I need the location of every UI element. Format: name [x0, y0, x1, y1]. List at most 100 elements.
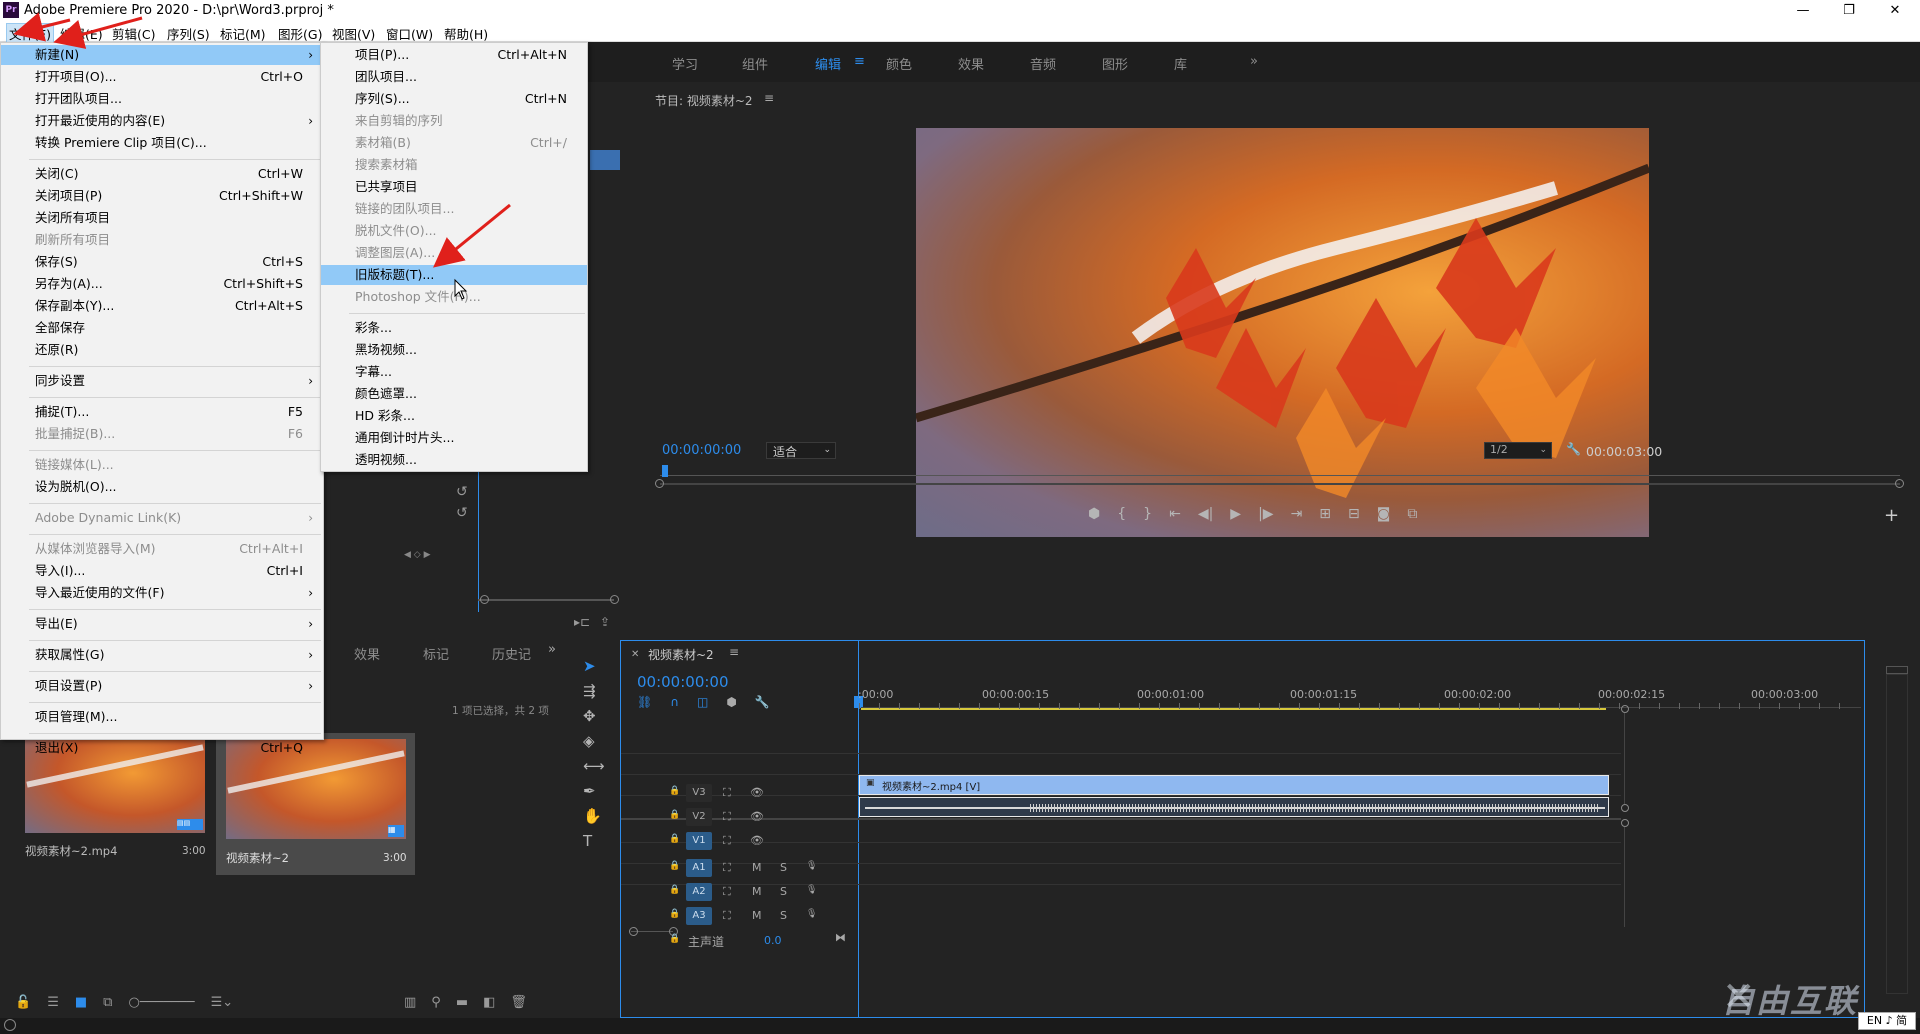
solo-toggle[interactable]: S — [780, 909, 787, 922]
menu-item[interactable]: 项目管理(M)... — [1, 707, 323, 727]
track-name-v1[interactable]: V1 — [686, 832, 712, 850]
program-ruler[interactable] — [660, 475, 1900, 476]
panel-menu-icon[interactable]: ≡ — [729, 645, 739, 659]
track-lock-icon[interactable]: 🔒 — [669, 786, 680, 796]
zoom-handle-icon[interactable] — [655, 479, 664, 488]
track-lock-icon[interactable]: 🔒 — [669, 909, 680, 919]
solo-toggle[interactable]: S — [780, 885, 787, 898]
menu-item[interactable]: 颜色遮罩... — [321, 384, 587, 404]
menu-item[interactable]: 透明视频... — [321, 450, 587, 470]
eye-icon[interactable]: 👁 — [750, 834, 764, 847]
scroll-handle-icon[interactable] — [610, 595, 619, 604]
compare-icon[interactable]: ⧉ — [1407, 506, 1417, 522]
tab-workspace[interactable]: 效果 — [958, 54, 984, 73]
hand-icon[interactable]: ✋ — [583, 807, 605, 825]
zoom-slider[interactable]: ○─────── — [128, 995, 194, 1010]
fit-select[interactable]: 适合 ⌄ — [766, 442, 836, 459]
menu-item[interactable]: 导入(I)... Ctrl+I — [1, 561, 323, 581]
solo-toggle[interactable]: S — [780, 861, 787, 874]
menu-item[interactable]: 设为脱机(O)... — [1, 477, 323, 497]
timeline-timecode[interactable]: 00:00:00:00 — [637, 673, 729, 691]
snap-icon[interactable]: ∩ — [670, 695, 679, 709]
play-icon[interactable]: ▶ — [1230, 506, 1241, 522]
step-back-icon[interactable]: ◀| — [1198, 506, 1213, 522]
track-lock-icon[interactable]: 🔒 — [669, 934, 680, 944]
tab-workspace[interactable]: 图形 — [1102, 54, 1128, 73]
tab-workspace[interactable]: 音频 — [1030, 54, 1056, 73]
lock-icon[interactable]: 🔓 — [15, 995, 31, 1010]
settings-wrench-icon[interactable]: 🔧 — [755, 695, 770, 709]
pen-icon[interactable]: ✒ — [583, 782, 605, 800]
marker-icon[interactable]: ⬢ — [1088, 506, 1100, 522]
type-tool-icon[interactable]: T — [583, 832, 605, 850]
maximize-button[interactable]: ❐ — [1826, 0, 1872, 22]
video-clip[interactable]: ▣ 视频素材~2.mp4 [V] — [859, 775, 1609, 795]
panel-menu-icon[interactable]: ≡ — [764, 91, 774, 105]
eye-icon[interactable]: 👁 — [750, 786, 764, 799]
mute-toggle[interactable]: M — [752, 909, 762, 922]
track-name-a1[interactable]: A1 — [686, 859, 712, 877]
menu-item[interactable]: 导出(E) › — [1, 614, 323, 634]
tab-history[interactable]: 历史记 — [492, 644, 531, 663]
camera-icon[interactable]: ◙ — [1377, 506, 1391, 522]
track-lock-icon[interactable]: 🔒 — [669, 810, 680, 820]
track-name-v2[interactable]: V2 — [686, 808, 712, 826]
tab-workspace[interactable]: 学习 — [672, 54, 698, 73]
slip-icon[interactable]: ⟷ — [583, 757, 605, 775]
close-tab-icon[interactable]: ✕ — [631, 649, 639, 660]
more-tabs-icon[interactable]: » — [548, 642, 556, 657]
add-button-icon[interactable]: + — [1884, 505, 1899, 526]
lift-icon[interactable]: ⊞ — [1319, 506, 1331, 522]
ripple-edit-icon[interactable]: ✥ — [583, 707, 605, 725]
freeform-view-icon[interactable]: ⧉ — [103, 995, 112, 1010]
mute-toggle[interactable]: M — [752, 861, 762, 874]
track-name-v3[interactable]: V3 — [686, 784, 712, 802]
mic-icon[interactable]: 🎙 — [806, 885, 817, 895]
tab-markers[interactable]: 标记 — [423, 644, 449, 663]
tab-workspace[interactable]: 颜色 — [886, 54, 912, 73]
menu-item[interactable]: 同步设置 › — [1, 371, 323, 391]
sync-lock-icon[interactable]: ⛶ — [723, 810, 731, 824]
mark-out-icon[interactable]: } — [1143, 506, 1152, 522]
sync-lock-icon[interactable]: ⛶ — [723, 861, 731, 875]
menu-item[interactable]: 全部保存 — [1, 318, 323, 338]
zoom-scrollbar[interactable] — [478, 599, 614, 601]
scroll-handle-icon[interactable] — [629, 927, 638, 936]
menu-item[interactable]: HD 彩条... — [321, 406, 587, 426]
minimize-button[interactable]: — — [1780, 0, 1826, 22]
filter-icon[interactable]: ▸⊏ — [574, 615, 590, 629]
wrench-icon[interactable]: 🔧 — [1566, 442, 1581, 456]
mic-icon[interactable]: 🎙 — [806, 909, 817, 919]
mute-toggle[interactable]: M — [752, 885, 762, 898]
menu-item[interactable]: 彩条... — [321, 318, 587, 338]
sync-lock-icon[interactable]: ⛶ — [723, 786, 731, 800]
scroll-handle-icon[interactable] — [1621, 819, 1629, 827]
nest-icon[interactable]: ⛓ — [637, 695, 652, 709]
sync-lock-icon[interactable]: ⛶ — [723, 885, 731, 899]
list-view-icon[interactable]: ☰ — [47, 995, 59, 1010]
menu-item[interactable]: 获取属性(G) › — [1, 645, 323, 665]
mic-icon[interactable]: 🎙 — [806, 861, 817, 871]
workspace-menu-icon[interactable]: ≡ — [854, 54, 865, 69]
resolution-select[interactable]: 1/2 ⌄ — [1484, 442, 1552, 459]
menu-item[interactable]: 项目设置(P) › — [1, 676, 323, 696]
menu-item[interactable]: 导入最近使用的文件(F) › — [1, 583, 323, 603]
program-timecode[interactable]: 00:00:00:00 — [662, 443, 741, 458]
goto-out-icon[interactable]: ⇥ — [1291, 506, 1303, 522]
scroll-handle-icon[interactable] — [480, 595, 489, 604]
icon-view-icon[interactable]: ■ — [75, 995, 87, 1010]
timeline-title[interactable]: 视频素材~2 — [648, 646, 714, 663]
sort-icon[interactable]: ☰⌄ — [211, 995, 234, 1010]
sync-lock-icon[interactable]: ⛶ — [723, 834, 731, 848]
reset-icon[interactable]: ↺ — [456, 484, 468, 500]
track-lock-icon[interactable]: 🔒 — [669, 885, 680, 895]
audio-clip[interactable] — [859, 797, 1609, 817]
find-icon[interactable]: ⚲ — [431, 995, 441, 1010]
mark-in-icon[interactable]: { — [1117, 506, 1126, 522]
step-forward-icon[interactable]: |▶ — [1258, 506, 1273, 522]
menu-item[interactable]: 还原(R) — [1, 340, 323, 360]
tab-workspace[interactable]: 组件 — [742, 54, 768, 73]
goto-icon[interactable]: ⧓ — [835, 931, 846, 944]
scroll-handle-icon[interactable] — [1621, 804, 1629, 812]
automate-icon[interactable]: ▥ — [404, 995, 416, 1010]
